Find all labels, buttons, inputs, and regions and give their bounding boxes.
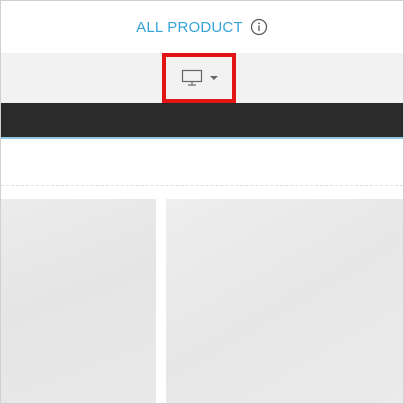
device-preview-dropdown[interactable]	[162, 53, 236, 103]
page-header: ALL PRODUCT	[1, 1, 403, 54]
product-grid	[1, 199, 403, 403]
device-toolbar	[1, 53, 403, 104]
desktop-monitor-icon	[181, 69, 203, 87]
product-tile-1[interactable]	[1, 199, 156, 403]
app-frame: ALL PRODUCT	[0, 0, 404, 404]
product-tile-2[interactable]	[166, 199, 403, 403]
content-spacer	[1, 139, 403, 186]
info-icon[interactable]	[250, 18, 268, 36]
navigation-bar	[1, 103, 403, 139]
page-title: ALL PRODUCT	[136, 18, 243, 36]
caret-down-icon	[209, 75, 218, 81]
